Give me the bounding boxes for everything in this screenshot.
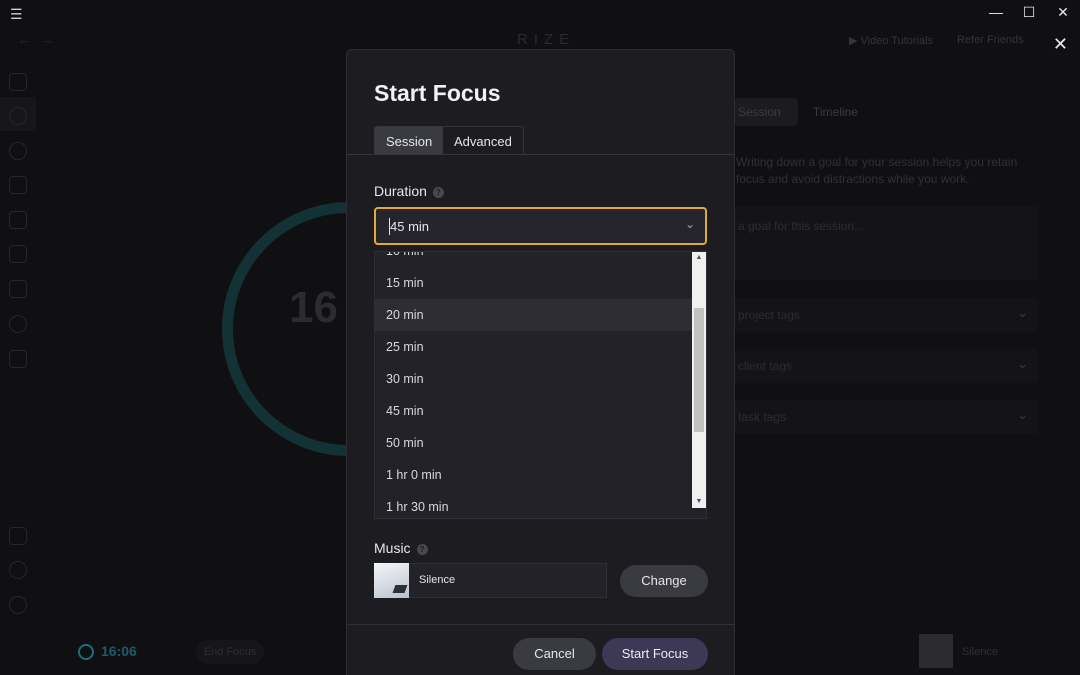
pie-chart-icon[interactable] (9, 142, 27, 160)
refer-friends-link[interactable]: Refer Friends (957, 34, 1024, 46)
bg-project-tags[interactable]: project tags ⌄ (734, 298, 1038, 332)
scroll-up-arrow-icon[interactable]: ▲ (692, 252, 706, 264)
scrollbar-thumb[interactable] (694, 308, 704, 432)
scroll-down-arrow-icon[interactable]: ▼ (692, 496, 706, 508)
bg-description: Writing down a goal for your session hel… (736, 155, 1018, 186)
duration-option[interactable]: 30 min (375, 363, 693, 395)
title-bar: ☰ — ☐ ✕ (0, 0, 1080, 28)
bg-task-tags[interactable]: task tags ⌄ (734, 400, 1038, 434)
duration-option[interactable]: 10 min (375, 252, 693, 267)
tab-divider (347, 154, 734, 155)
footer-timer: 16:06 (101, 643, 137, 659)
brand-logo: RIZE (517, 31, 576, 48)
settings-icon[interactable] (9, 596, 27, 614)
bg-timeline-tab[interactable]: Timeline (813, 105, 858, 119)
duration-option-highlighted[interactable]: 20 min (375, 299, 693, 331)
home-icon[interactable] (9, 73, 27, 91)
start-focus-button[interactable]: Start Focus (602, 638, 708, 670)
back-arrow-icon[interactable]: ← (18, 32, 41, 47)
bg-goal-input[interactable]: a goal for this session... (734, 206, 1038, 280)
tab-session[interactable]: Session (374, 126, 445, 155)
duration-option[interactable]: 15 min (375, 267, 693, 299)
checklist-icon[interactable] (9, 245, 27, 263)
footer-music-thumbnail (919, 634, 953, 668)
cancel-button[interactable]: Cancel (513, 638, 596, 670)
globe-icon[interactable] (9, 315, 27, 333)
folder-icon[interactable] (9, 176, 27, 194)
close-overlay-icon[interactable]: ✕ (1053, 34, 1068, 55)
duration-dropdown-list: 10 min 15 min 20 min 25 min 30 min 45 mi… (374, 251, 707, 519)
hamburger-icon[interactable]: ☰ (10, 6, 23, 23)
close-icon[interactable]: ✕ (1053, 4, 1073, 21)
minimize-icon[interactable]: — (986, 4, 1006, 20)
help-icon[interactable]: ? (432, 187, 444, 198)
music-label: Music? (374, 540, 428, 556)
chevron-down-icon: ⌄ (1017, 356, 1028, 371)
maximize-icon[interactable]: ☐ (1019, 4, 1039, 21)
help-icon[interactable]: ? (416, 544, 428, 555)
start-focus-dialog: Start Focus Session Advanced Duration? 4… (346, 49, 735, 675)
change-music-button[interactable]: Change (620, 565, 708, 597)
trend-icon[interactable] (9, 280, 27, 298)
sidebar (0, 62, 36, 622)
chevron-down-icon: ⌄ (1017, 407, 1028, 422)
dropdown-scrollbar[interactable]: ▲ ▼ (692, 252, 706, 508)
duration-value: 45 min (390, 219, 430, 234)
people-icon[interactable] (9, 211, 27, 229)
music-track-name: Silence (419, 574, 456, 586)
video-tutorials-link[interactable]: ▶ Video Tutorials (849, 34, 933, 47)
music-thumbnail (374, 563, 409, 598)
duration-option[interactable]: 1 hr 0 min (375, 459, 693, 491)
tab-advanced[interactable]: Advanced (442, 126, 524, 155)
bg-session-tab-label: Session (738, 105, 781, 119)
duration-option[interactable]: 50 min (375, 427, 693, 459)
chevron-down-icon: ⌄ (684, 217, 695, 231)
focus-progress-icon (78, 644, 94, 660)
timer-icon[interactable] (9, 107, 27, 125)
bg-client-tags[interactable]: client tags ⌄ (734, 349, 1038, 383)
tag-icon[interactable] (9, 350, 27, 368)
timer-display: 16 (289, 283, 338, 332)
duration-option[interactable]: 1 hr 30 min (375, 491, 693, 518)
app-window: ☰ — ☐ ✕ ←→ RIZE ▶ Video Tutorials Refer … (0, 0, 1080, 675)
nav-arrows[interactable]: ←→ (18, 32, 64, 47)
duration-select[interactable]: 45 min ⌄ (374, 207, 707, 245)
footer-music-name: Silence (962, 646, 999, 658)
terminal-icon[interactable] (9, 527, 27, 545)
chevron-down-icon: ⌄ (1017, 305, 1028, 320)
dialog-title: Start Focus (374, 80, 501, 106)
forward-arrow-icon[interactable]: → (41, 32, 64, 47)
duration-label: Duration? (374, 183, 444, 199)
duration-option[interactable]: 25 min (375, 331, 693, 363)
help-icon[interactable] (9, 561, 27, 579)
dialog-footer-divider (347, 624, 734, 625)
duration-option[interactable]: 45 min (375, 395, 693, 427)
end-focus-button[interactable]: End Focus (196, 640, 264, 664)
